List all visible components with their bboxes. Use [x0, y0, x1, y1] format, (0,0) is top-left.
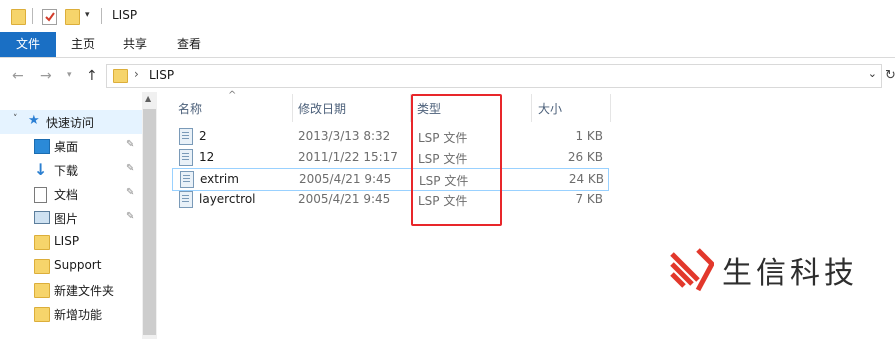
nav-item-label: 下载	[54, 164, 79, 178]
tab-file[interactable]: 文件	[0, 32, 56, 57]
breadcrumb-item[interactable]: LISP	[149, 68, 174, 82]
file-icon	[180, 171, 194, 188]
annotation-highlight-box	[411, 94, 502, 226]
forward-arrow-icon[interactable]: →	[40, 68, 52, 84]
folder-icon	[113, 69, 128, 83]
file-row[interactable]: layerctrol 2005/4/21 9:45 LSP 文件 7 KB	[172, 189, 607, 210]
file-name: 12	[199, 150, 215, 164]
file-list: ^ 名称 修改日期 类型 大小 2 2013/3/13 8:32 LSP 文件 …	[158, 90, 895, 339]
scroll-up-icon[interactable]: ▲	[145, 94, 151, 103]
chevron-down-icon[interactable]: ⌄	[868, 67, 877, 80]
file-row[interactable]: 2 2013/3/13 8:32 LSP 文件 1 KB	[172, 126, 607, 147]
recent-locations-icon[interactable]: ▾	[67, 70, 72, 80]
nav-item-label: Support	[54, 258, 102, 272]
nav-item-quick-access[interactable]: ˅ ★ 快速访问	[0, 110, 142, 134]
navigation-pane: ˅ ★ 快速访问 桌面 ✎ ↓ 下载 ✎ 文档 ✎ 图片 ✎ LISP Supp…	[0, 92, 157, 339]
watermark-logo: 生信科技	[668, 242, 895, 298]
file-name: 2	[199, 129, 207, 143]
file-date: 2005/4/21 9:45	[299, 172, 392, 186]
new-folder-icon[interactable]	[65, 9, 80, 25]
pin-icon[interactable]: ✎	[126, 139, 134, 150]
folder-icon	[11, 9, 26, 25]
divider	[101, 8, 102, 24]
picture-icon	[34, 211, 50, 224]
folder-icon	[34, 283, 50, 298]
ribbon-tabs: 文件 主页 共享 查看	[0, 32, 895, 58]
file-name: extrim	[200, 172, 239, 186]
document-icon	[34, 187, 47, 203]
folder-icon	[34, 307, 50, 322]
column-header-name[interactable]: 名称	[178, 100, 202, 117]
back-arrow-icon[interactable]: ←	[12, 68, 24, 84]
column-divider[interactable]	[610, 94, 611, 122]
tab-share[interactable]: 共享	[112, 32, 158, 57]
file-icon	[179, 191, 193, 208]
nav-item-desktop[interactable]: 桌面 ✎	[0, 134, 142, 158]
window-title: LISP	[112, 8, 138, 22]
nav-item-pictures[interactable]: 图片 ✎	[0, 206, 142, 230]
address-bar[interactable]: › LISP ⌄	[106, 64, 882, 88]
desktop-icon	[34, 139, 50, 154]
up-arrow-icon[interactable]: ↑	[86, 68, 98, 84]
nav-item-label: 图片	[54, 212, 79, 226]
nav-item-lisp[interactable]: LISP	[0, 230, 142, 254]
nav-item-new-folder[interactable]: 新建文件夹	[0, 278, 142, 302]
folder-icon	[34, 259, 50, 274]
file-size: 1 KB	[575, 129, 603, 143]
properties-icon[interactable]	[42, 9, 57, 25]
watermark-text: 生信科技	[722, 256, 858, 291]
column-header-size[interactable]: 大小	[538, 100, 562, 117]
file-row-selected[interactable]: extrim 2005/4/21 9:45 LSP 文件 24 KB	[172, 168, 609, 191]
tab-home[interactable]: 主页	[60, 32, 106, 57]
title-bar: ▾ LISP	[0, 0, 895, 32]
download-icon: ↓	[34, 160, 48, 179]
pin-icon[interactable]: ✎	[126, 163, 134, 174]
nav-item-label: LISP	[54, 234, 80, 248]
file-size: 26 KB	[567, 150, 603, 164]
file-size: 7 KB	[575, 192, 603, 206]
file-name: layerctrol	[199, 192, 256, 206]
nav-item-label: 新建文件夹	[54, 284, 115, 298]
nav-item-support[interactable]: Support	[0, 254, 142, 278]
customize-quick-access-icon[interactable]: ▾	[85, 10, 90, 20]
breadcrumb-separator: ›	[134, 67, 139, 81]
logo-mark-icon	[670, 248, 714, 292]
tab-view[interactable]: 查看	[166, 32, 212, 57]
sort-ascending-icon: ^	[228, 90, 237, 101]
nav-item-label: 快速访问	[46, 116, 95, 130]
divider	[32, 8, 33, 24]
address-row: ← → ▾ ↑ › LISP ⌄ ↻	[0, 58, 895, 92]
scrollbar-thumb[interactable]	[143, 109, 156, 335]
pin-icon[interactable]: ✎	[126, 187, 134, 198]
nav-item-new-features[interactable]: 新增功能	[0, 302, 142, 326]
file-icon	[179, 128, 193, 145]
chevron-down-icon[interactable]: ˅	[13, 114, 18, 124]
nav-item-label: 新增功能	[54, 308, 103, 322]
refresh-icon[interactable]: ↻	[885, 68, 895, 83]
pin-icon[interactable]: ✎	[126, 211, 134, 222]
file-date: 2011/1/22 15:17	[298, 150, 398, 164]
star-icon: ★	[28, 113, 40, 128]
file-date: 2013/3/13 8:32	[298, 129, 391, 143]
nav-item-downloads[interactable]: ↓ 下载 ✎	[0, 158, 142, 182]
file-icon	[179, 149, 193, 166]
column-divider[interactable]	[292, 94, 293, 122]
column-header-date[interactable]: 修改日期	[298, 100, 346, 117]
folder-icon	[34, 235, 50, 250]
column-divider[interactable]	[531, 94, 532, 122]
file-size: 24 KB	[568, 172, 604, 186]
nav-item-documents[interactable]: 文档 ✎	[0, 182, 142, 206]
nav-item-label: 文档	[54, 188, 79, 202]
file-row[interactable]: 12 2011/1/22 15:17 LSP 文件 26 KB	[172, 147, 607, 168]
nav-item-label: 桌面	[54, 140, 79, 154]
file-date: 2005/4/21 9:45	[298, 192, 391, 206]
